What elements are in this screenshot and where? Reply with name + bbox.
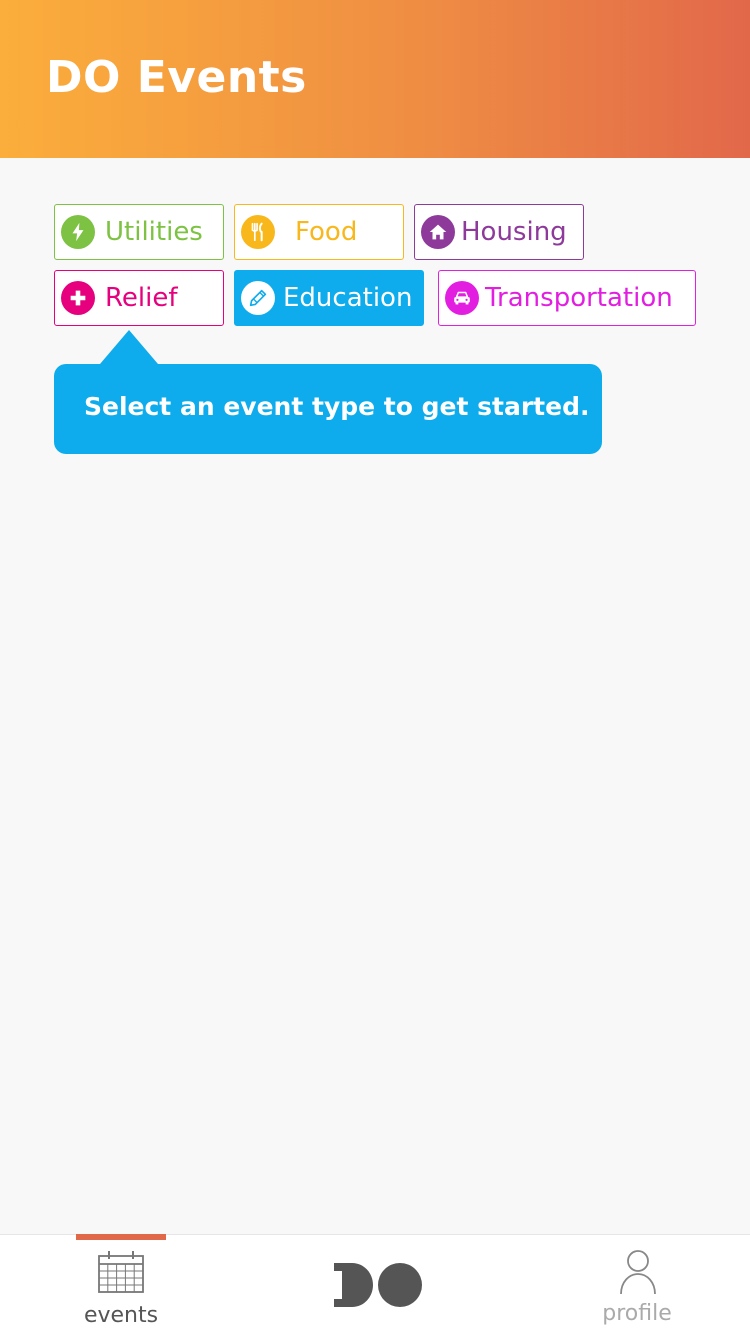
category-label: Food — [295, 217, 358, 247]
bottom-tab-bar: events DO profile — [0, 1234, 750, 1334]
category-label: Housing — [461, 217, 567, 247]
person-icon — [620, 1250, 656, 1295]
category-chip-transportation[interactable]: Transportation — [438, 270, 696, 326]
category-chip-utilities[interactable]: Utilities — [54, 204, 224, 260]
tab-profile-label: profile — [602, 1301, 672, 1326]
tab-events[interactable]: events — [76, 1234, 166, 1334]
category-chip-education[interactable]: Education — [234, 270, 424, 326]
hint-tooltip: Select an event type to get started. — [54, 330, 602, 454]
do-logo-icon: DO — [334, 1263, 422, 1307]
category-label: Relief — [105, 283, 178, 313]
tab-home[interactable]: DO — [330, 1235, 426, 1334]
page-title: DO Events — [46, 52, 307, 103]
tab-events-label: events — [83, 1303, 159, 1328]
car-icon — [445, 281, 479, 315]
category-chip-food[interactable]: Food — [234, 204, 404, 260]
lightning-icon — [61, 215, 95, 249]
pencil-icon — [241, 281, 275, 315]
plus-cross-icon — [61, 281, 95, 315]
category-label: Transportation — [485, 283, 673, 313]
category-label: Education — [283, 283, 413, 313]
active-tab-indicator — [76, 1234, 166, 1240]
hint-text: Select an event type to get started. — [84, 392, 590, 421]
house-icon — [421, 215, 455, 249]
fork-knife-icon — [241, 215, 275, 249]
tab-profile[interactable]: profile — [592, 1235, 682, 1334]
app-header: DO Events — [0, 0, 750, 158]
category-chip-relief[interactable]: Relief — [54, 270, 224, 326]
category-label: Utilities — [105, 217, 203, 247]
calendar-icon — [98, 1251, 144, 1293]
category-chip-housing[interactable]: Housing — [414, 204, 584, 260]
